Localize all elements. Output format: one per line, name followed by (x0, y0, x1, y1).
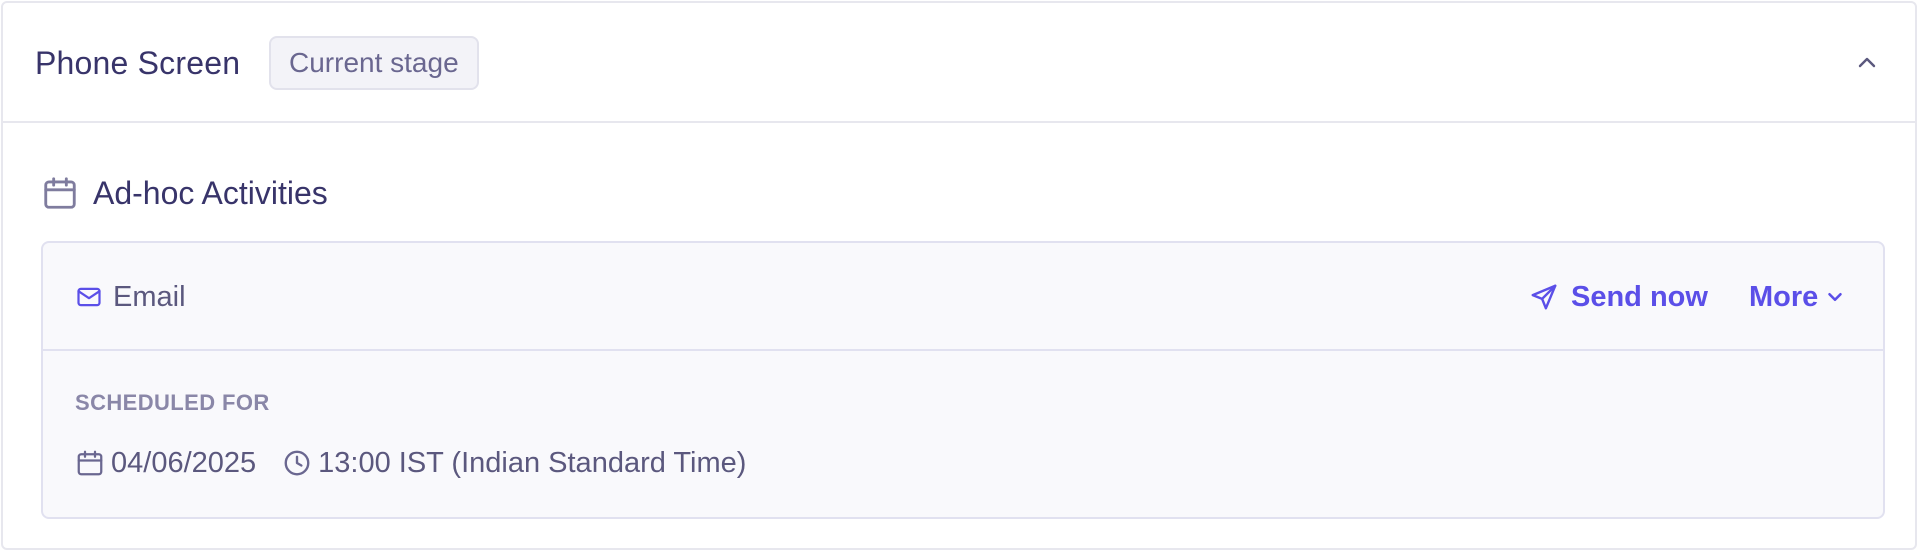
calendar-icon (77, 450, 103, 476)
activity-card: Email Send now More SCHEDULED FOR 04/06/… (41, 241, 1885, 519)
more-dropdown[interactable]: More (1749, 277, 1846, 317)
collapse-button[interactable] (1851, 47, 1883, 79)
calendar-icon (44, 177, 76, 209)
send-now-button[interactable]: Send now (1529, 277, 1708, 317)
send-now-label: Send now (1571, 281, 1708, 313)
scheduled-for-label: SCHEDULED FOR (75, 390, 270, 415)
chevron-up-icon (1858, 57, 1876, 68)
activity-type: Email (75, 277, 186, 317)
adhoc-activities-header: Ad-hoc Activities (41, 171, 328, 215)
activity-type-label: Email (113, 281, 186, 313)
section-title: Ad-hoc Activities (93, 175, 328, 211)
mail-icon (77, 287, 101, 307)
schedule-row: 04/06/2025 13:00 IST (Indian Standard Ti… (75, 443, 746, 483)
stage-title: Phone Screen (35, 45, 241, 81)
chevron-down-icon (1828, 292, 1843, 302)
send-icon (1531, 284, 1557, 310)
more-label: More (1749, 281, 1819, 313)
activity-toolbar: Email Send now More (43, 243, 1883, 351)
clock-icon (284, 450, 310, 476)
stage-card: Phone Screen Current stage Ad-hoc Activi… (1, 1, 1917, 550)
scheduled-time: 13:00 IST (Indian Standard Time) (318, 447, 747, 479)
scheduled-date: 04/06/2025 (111, 447, 257, 479)
stage-header[interactable]: Phone Screen Current stage (3, 3, 1915, 123)
current-stage-badge: Current stage (269, 36, 479, 90)
